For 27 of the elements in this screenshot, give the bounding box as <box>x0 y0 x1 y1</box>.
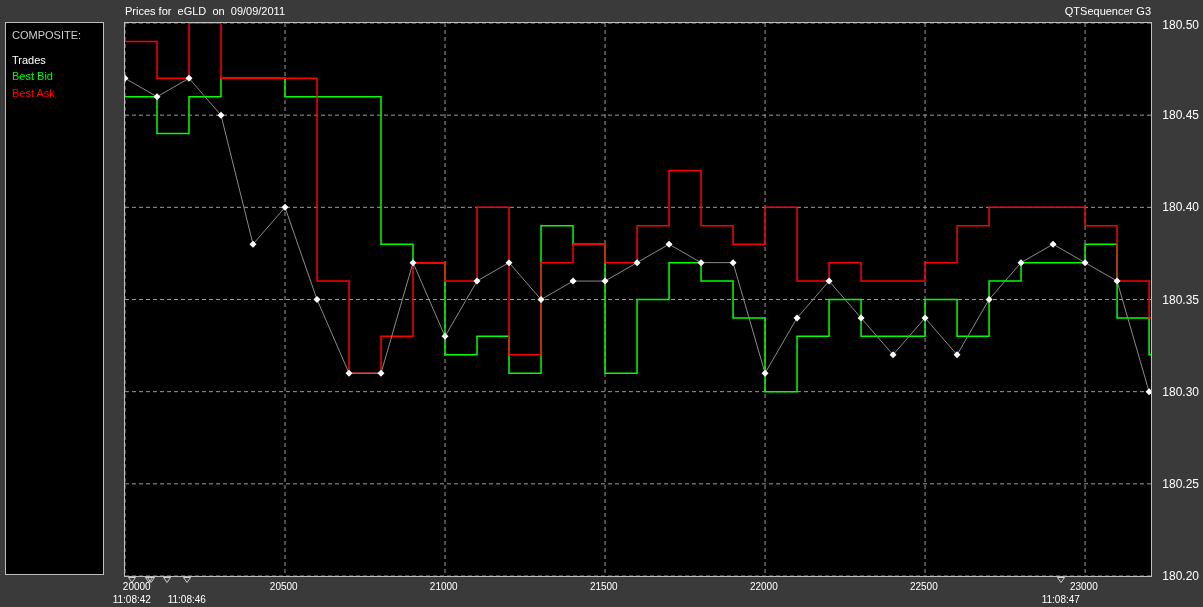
y-axis-label: 180.35 <box>1162 291 1199 309</box>
x-axis-label: 20500 <box>269 582 298 592</box>
time-label: 11:08:42 <box>112 595 151 605</box>
x-axis-label: 21000 <box>429 582 458 592</box>
time-label: 11:08:46 <box>167 595 206 605</box>
y-axis-label: 180.25 <box>1162 475 1199 493</box>
legend-label: Best Bid <box>12 69 54 84</box>
x-axis-label: 22500 <box>909 582 938 592</box>
y-axis-label: 180.20 <box>1162 568 1199 585</box>
y-axis-label: 180.45 <box>1162 107 1199 125</box>
time-marker-icon <box>127 577 136 583</box>
chart-title: Prices for eGLD on 09/09/2011 <box>125 3 285 19</box>
legend-label: Best Ask <box>12 85 56 101</box>
y-axis-label: 180.30 <box>1162 383 1199 401</box>
time-label: 11:08:47 <box>1041 595 1080 605</box>
x-axis-label: 22000 <box>749 582 778 592</box>
time-marker-icon <box>162 577 171 583</box>
source-label: QTSequencer G3 <box>1064 3 1151 19</box>
time-marker-icon <box>182 577 191 583</box>
legend-label: Trades <box>12 52 47 68</box>
x-axis-label: 20000 <box>122 582 151 592</box>
x-axis-label: 21500 <box>589 582 618 592</box>
x-axis-label: 23000 <box>1069 582 1098 592</box>
time-marker-icon <box>1056 577 1065 583</box>
y-axis-label: 180.40 <box>1162 199 1199 217</box>
legend-heading: COMPOSITE: <box>12 28 83 43</box>
y-axis-label: 180.50 <box>1162 17 1199 34</box>
